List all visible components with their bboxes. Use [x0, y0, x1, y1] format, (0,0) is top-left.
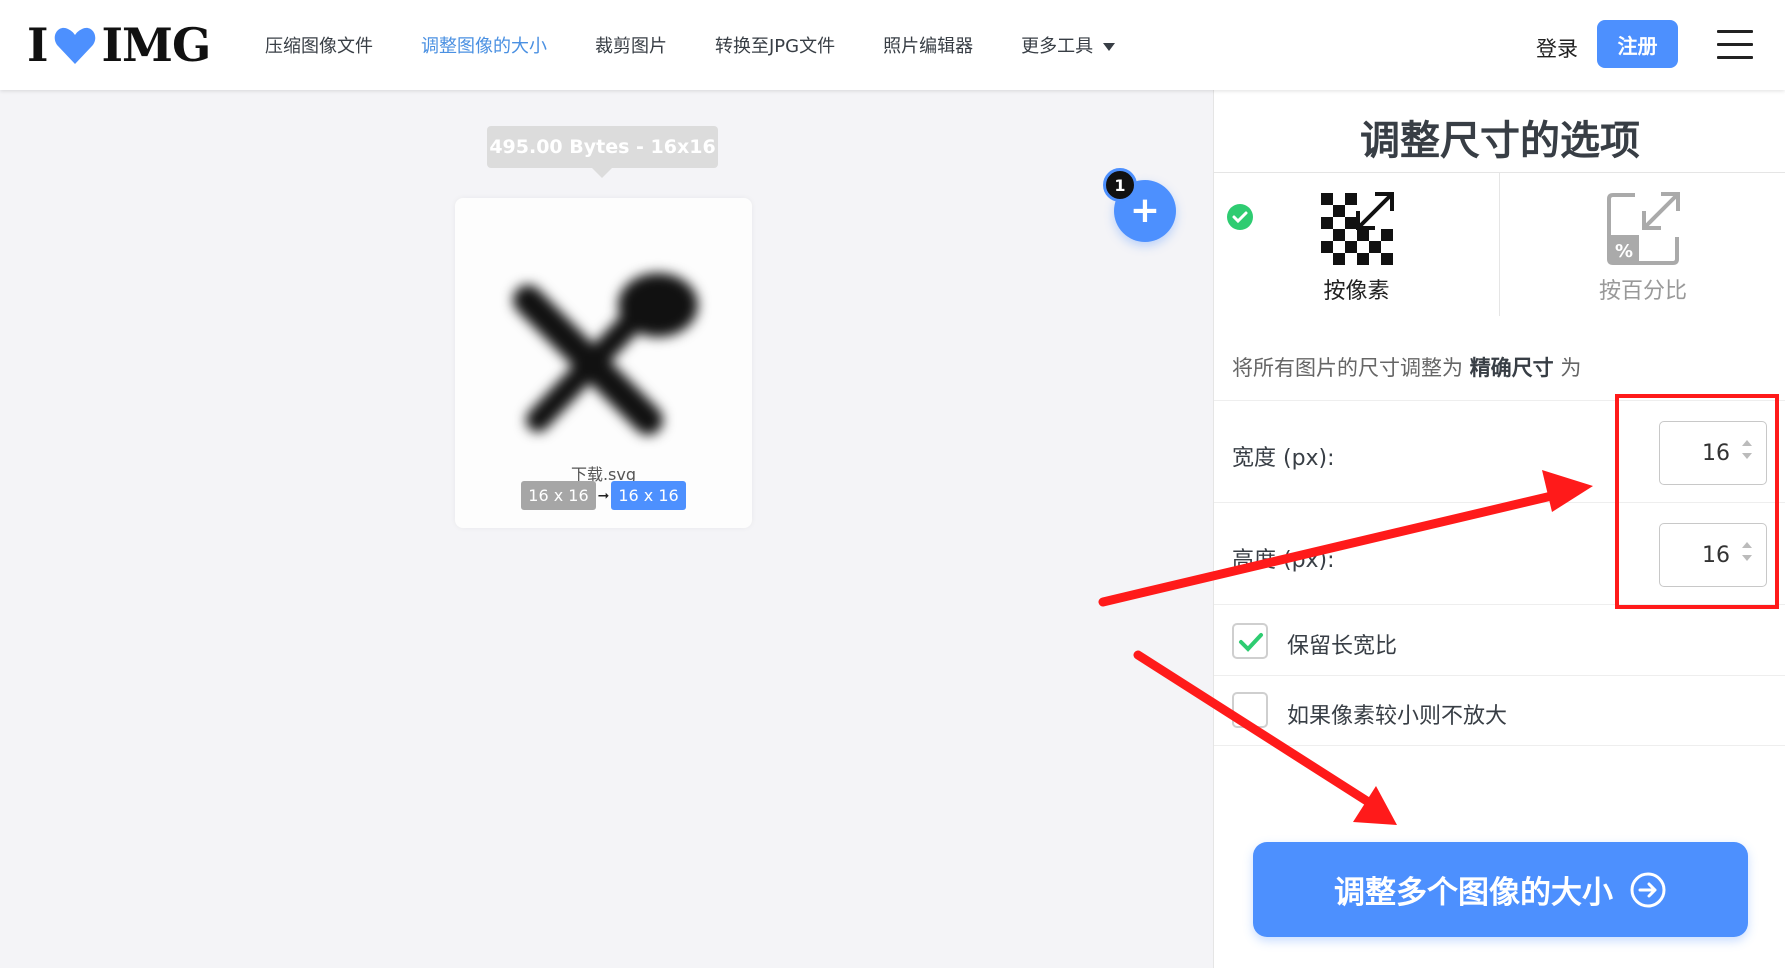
percent-resize-icon: %	[1607, 192, 1680, 265]
divider	[1214, 675, 1785, 676]
heart-icon	[54, 27, 95, 64]
pixel-resize-icon	[1320, 192, 1394, 265]
nav-photo-editor[interactable]: 照片编辑器	[883, 32, 973, 58]
resize-description: 将所有图片的尺寸调整为 精确尺寸 为	[1232, 352, 1581, 382]
caret-down-icon	[1103, 43, 1116, 51]
main-nav: 压缩图像文件 调整图像的大小 裁剪图片 转换至JPG文件 照片编辑器 更多工具	[265, 0, 1163, 90]
desc-suffix: 为	[1553, 356, 1582, 380]
width-stepper-icon[interactable]	[1742, 440, 1752, 462]
panel-title: 调整尺寸的选项	[1360, 118, 1640, 164]
file-size-tooltip: 495.00 Bytes - 16x16	[487, 126, 718, 178]
tab-by-pixels[interactable]: 按像素	[1214, 173, 1499, 316]
logo-text-i: I	[27, 18, 49, 72]
resize-options-panel: 调整尺寸的选项 按像素 % 按百分比 将所有图片的尺寸调整为 精确尺寸 为 宽度…	[1213, 90, 1785, 968]
arrow-right-icon: ➞	[597, 487, 610, 504]
nav-resize[interactable]: 调整图像的大小	[421, 32, 547, 58]
hamburger-menu-icon[interactable]	[1717, 30, 1753, 60]
nav-more-tools-label: 更多工具	[1021, 36, 1094, 57]
keep-ratio-checkbox[interactable]	[1232, 623, 1268, 659]
original-dims-badge: 16 x 16	[521, 481, 596, 510]
height-stepper-icon[interactable]	[1742, 542, 1752, 564]
arrow-circle-right-icon	[1630, 872, 1666, 907]
checkmark-icon	[1239, 633, 1263, 652]
resize-images-button-label: 调整多个图像的大小	[1334, 875, 1613, 911]
signup-button[interactable]: 注册	[1597, 20, 1678, 68]
login-link[interactable]: 登录	[1536, 33, 1578, 63]
height-label: 高度 (px):	[1232, 548, 1335, 573]
check-circle-icon	[1227, 204, 1253, 230]
nav-convert-jpg[interactable]: 转换至JPG文件	[715, 32, 835, 58]
resize-mode-tabs: 按像素 % 按百分比	[1214, 172, 1785, 316]
tab-by-percentage[interactable]: % 按百分比	[1499, 173, 1785, 316]
resize-images-button[interactable]: 调整多个图像的大小	[1253, 842, 1748, 937]
logo-text-img: IMG	[101, 18, 212, 72]
divider	[1214, 502, 1785, 503]
tab-by-percentage-label: 按百分比	[1598, 279, 1687, 304]
divider	[1214, 604, 1785, 605]
no-enlarge-label: 如果像素较小则不放大	[1287, 704, 1508, 729]
nav-more-tools[interactable]: 更多工具	[1021, 32, 1116, 58]
file-count-badge: 1	[1103, 168, 1137, 202]
file-workspace: 495.00 Bytes - 16x16 下载.svg 16 x 16 ➞ 16…	[0, 90, 1213, 968]
divider	[1214, 400, 1785, 401]
width-label: 宽度 (px):	[1232, 446, 1335, 471]
nav-compress[interactable]: 压缩图像文件	[265, 32, 373, 58]
nav-crop[interactable]: 裁剪图片	[595, 32, 667, 58]
top-header: I IMG 压缩图像文件 调整图像的大小 裁剪图片 转换至JPG文件 照片编辑器…	[0, 0, 1785, 90]
dimension-change: 16 x 16 ➞ 16 x 16	[455, 481, 752, 510]
desc-bold: 精确尺寸	[1469, 356, 1554, 380]
fork-spoon-thumbnail	[513, 273, 698, 435]
keep-ratio-label: 保留长宽比	[1287, 634, 1398, 659]
svg-text:%: %	[1615, 241, 1633, 262]
file-card[interactable]: 下载.svg 16 x 16 ➞ 16 x 16	[455, 198, 752, 528]
no-enlarge-checkbox[interactable]	[1232, 692, 1268, 728]
new-dims-badge: 16 x 16	[611, 481, 686, 510]
divider	[1214, 745, 1785, 746]
ilovimg-logo[interactable]: I IMG	[27, 18, 212, 72]
tab-by-pixels-label: 按像素	[1323, 279, 1390, 304]
desc-prefix: 将所有图片的尺寸调整为	[1232, 356, 1470, 380]
plus-icon: +	[1129, 190, 1161, 231]
